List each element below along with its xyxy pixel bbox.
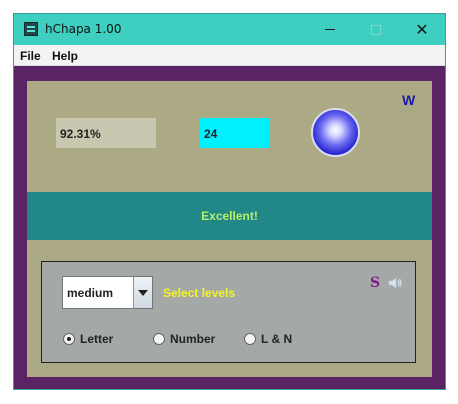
title-bar[interactable]: hChapa 1.00 ✕: [14, 14, 445, 45]
level-select-value[interactable]: medium: [63, 277, 134, 308]
count-field: 24: [200, 118, 269, 148]
app-icon: [24, 22, 38, 36]
options-panel: medium Select levels S Letter Number L &…: [27, 240, 432, 377]
maximize-button[interactable]: [353, 14, 399, 45]
radio-button[interactable]: [244, 333, 256, 345]
radio-label: L & N: [261, 332, 293, 346]
menu-help[interactable]: Help: [52, 49, 78, 63]
score-panel: 92.31% 24 W: [27, 81, 432, 192]
menu-file[interactable]: File: [20, 49, 41, 63]
status-band: Excellent!: [27, 192, 432, 240]
chevron-down-icon: [138, 289, 148, 296]
maximize-icon: [371, 24, 381, 35]
options-box: medium Select levels S Letter Number L &…: [41, 261, 416, 363]
w-label[interactable]: W: [402, 92, 415, 108]
close-icon: ✕: [415, 19, 429, 39]
mode-radio-number[interactable]: Number: [153, 332, 215, 346]
minimize-icon: [325, 29, 335, 30]
menu-bar: File Help: [14, 45, 445, 66]
level-select[interactable]: medium: [62, 276, 153, 309]
minimize-button[interactable]: [307, 14, 353, 45]
level-select-arrow[interactable]: [134, 277, 152, 308]
select-levels-label: Select levels: [163, 286, 236, 300]
mode-radio-letter-number[interactable]: L & N: [244, 332, 292, 346]
radio-button[interactable]: [153, 333, 165, 345]
app-window: hChapa 1.00 ✕ File Help 92.31% 24 W Exce…: [13, 13, 446, 390]
radio-button[interactable]: [63, 333, 75, 345]
status-message: Excellent!: [201, 209, 258, 223]
speaker-icon[interactable]: [387, 275, 403, 291]
close-button[interactable]: ✕: [399, 14, 445, 45]
accuracy-field: 92.31%: [56, 118, 156, 148]
orb-indicator-icon[interactable]: [311, 108, 360, 157]
s-label[interactable]: S: [370, 275, 380, 291]
radio-label: Letter: [80, 332, 114, 346]
mode-radio-letter[interactable]: Letter: [63, 332, 113, 346]
window-title: hChapa 1.00: [45, 22, 122, 36]
radio-label: Number: [170, 332, 216, 346]
